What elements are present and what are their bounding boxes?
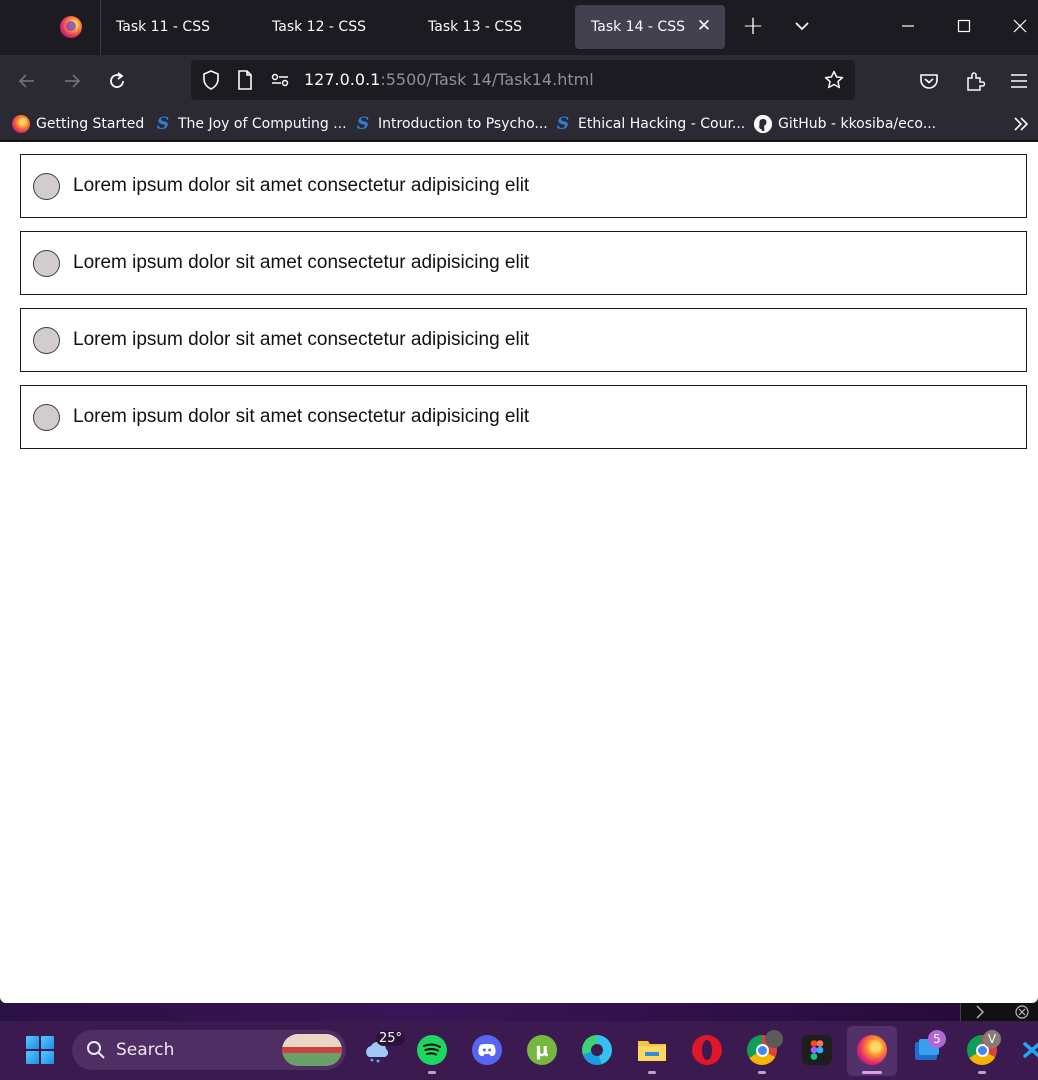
running-indicator: [862, 1071, 882, 1074]
radio-option-label: Lorem ipsum dolor sit amet consectetur a…: [73, 175, 530, 196]
new-tab-icon[interactable]: +: [742, 13, 764, 39]
chrome-profile-avatar: V: [983, 1030, 1001, 1048]
taskbar-search[interactable]: Search: [72, 1030, 346, 1070]
navigation-toolbar: 127.0.0.1:5500/Task 14/Task14.html: [0, 55, 1038, 107]
tab-task-13[interactable]: Task 13 - CSS: [412, 5, 562, 49]
running-indicator: [648, 1071, 656, 1074]
permissions-icon[interactable]: [270, 70, 290, 90]
swayam-icon: S: [356, 114, 370, 134]
chevron-double-right-icon[interactable]: [1012, 115, 1030, 138]
bookmark-intro-psychology[interactable]: S Introduction to Psycho...: [354, 112, 548, 136]
tab-title: Task 12 - CSS: [272, 19, 366, 35]
tab-task-12[interactable]: Task 12 - CSS: [256, 5, 406, 49]
radio-button[interactable]: [33, 403, 60, 431]
search-label: Search: [116, 1040, 175, 1060]
tab-task-11[interactable]: Task 11 - CSS: [100, 5, 250, 49]
page-icon[interactable]: [235, 70, 255, 90]
desktop-wallpaper-strip: [0, 1003, 1038, 1021]
radio-option[interactable]: Lorem ipsum dolor sit amet consectetur a…: [20, 231, 1027, 295]
bookmark-getting-started[interactable]: Getting Started: [12, 112, 144, 136]
firefox-icon[interactable]: [857, 1035, 887, 1065]
close-window-icon[interactable]: [1008, 14, 1032, 38]
menu-icon[interactable]: [1007, 69, 1031, 93]
running-indicator: [428, 1071, 436, 1074]
widget-strip: [960, 1003, 1038, 1021]
bookmark-label: Ethical Hacking - Cour...: [578, 116, 746, 132]
radio-option-label: Lorem ipsum dolor sit amet consectetur a…: [73, 406, 530, 427]
mail-badge: 5: [928, 1030, 946, 1048]
bookmark-label: GitHub - kkosiba/eco...: [778, 116, 937, 132]
bookmark-label: Getting Started: [36, 116, 145, 132]
url-bar[interactable]: 127.0.0.1:5500/Task 14/Task14.html: [191, 60, 855, 100]
bookmark-github[interactable]: GitHub - kkosiba/eco...: [754, 112, 936, 136]
extensions-icon[interactable]: [963, 69, 987, 93]
forward-arrow-icon[interactable]: [60, 69, 84, 93]
edge-icon[interactable]: [582, 1035, 612, 1065]
radio-option[interactable]: Lorem ipsum dolor sit amet consectetur a…: [20, 154, 1027, 218]
radio-option-label: Lorem ipsum dolor sit amet consectetur a…: [73, 252, 530, 273]
close-tab-icon[interactable]: ✕: [695, 17, 713, 35]
back-arrow-icon[interactable]: [15, 69, 39, 93]
search-highlight-image: [282, 1034, 342, 1066]
bookmark-label: The Joy of Computing ...: [178, 116, 347, 132]
radio-option-label: Lorem ipsum dolor sit amet consectetur a…: [73, 329, 530, 350]
discord-icon[interactable]: [472, 1035, 502, 1065]
shield-icon[interactable]: [201, 70, 221, 90]
opera-icon[interactable]: [692, 1035, 722, 1065]
tab-title: Task 11 - CSS: [116, 19, 210, 35]
url-host: 127.0.0.1: [304, 70, 381, 89]
bookmark-star-icon[interactable]: [824, 70, 844, 90]
github-icon: [754, 115, 772, 133]
radio-option[interactable]: Lorem ipsum dolor sit amet consectetur a…: [20, 385, 1027, 449]
figma-icon[interactable]: [802, 1035, 832, 1065]
radio-button[interactable]: [33, 249, 60, 277]
file-explorer-icon[interactable]: [637, 1035, 667, 1065]
page-content: Lorem ipsum dolor sit amet consectetur a…: [0, 142, 1038, 1003]
radio-button[interactable]: [33, 326, 60, 354]
utorrent-icon[interactable]: µ: [527, 1035, 557, 1065]
spotify-icon[interactable]: [417, 1035, 447, 1065]
avatar: [765, 1030, 783, 1048]
tab-strip: Task 11 - CSS Task 12 - CSS Task 13 - CS…: [0, 0, 1038, 55]
bookmarks-toolbar: Getting Started S The Joy of Computing .…: [0, 107, 1038, 141]
bookmark-joy-of-computing[interactable]: S The Joy of Computing ...: [154, 112, 347, 136]
url-path: :5500/Task 14/Task14.html: [380, 70, 594, 89]
tab-title: Task 13 - CSS: [428, 19, 522, 35]
maximize-icon[interactable]: [952, 14, 976, 38]
minimize-icon[interactable]: [896, 14, 920, 38]
search-icon: [87, 1041, 105, 1059]
radio-option[interactable]: Lorem ipsum dolor sit amet consectetur a…: [20, 308, 1027, 372]
bookmark-ethical-hacking[interactable]: S Ethical Hacking - Cour...: [554, 112, 745, 136]
windows-start-icon[interactable]: [26, 1036, 54, 1064]
firefox-icon[interactable]: [60, 16, 82, 38]
radio-button[interactable]: [33, 172, 60, 200]
vscode-icon[interactable]: [1018, 1035, 1038, 1065]
running-indicator: [758, 1071, 766, 1074]
bookmark-label: Introduction to Psycho...: [378, 116, 548, 132]
pocket-icon[interactable]: [917, 69, 941, 93]
tab-title: Task 14 - CSS: [591, 19, 685, 35]
reload-icon[interactable]: [105, 69, 129, 93]
running-indicator: [978, 1071, 986, 1074]
chevron-down-icon[interactable]: [792, 16, 812, 36]
url-text[interactable]: 127.0.0.1:5500/Task 14/Task14.html: [304, 70, 594, 89]
swayam-icon: S: [156, 114, 170, 134]
weather-temperature: 25°: [376, 1031, 406, 1046]
swayam-icon: S: [556, 114, 570, 134]
tab-task-14[interactable]: Task 14 - CSS ✕: [575, 5, 725, 49]
firefox-icon: [12, 115, 30, 133]
taskbar: Search 25° µ 5 V: [0, 1021, 1038, 1080]
